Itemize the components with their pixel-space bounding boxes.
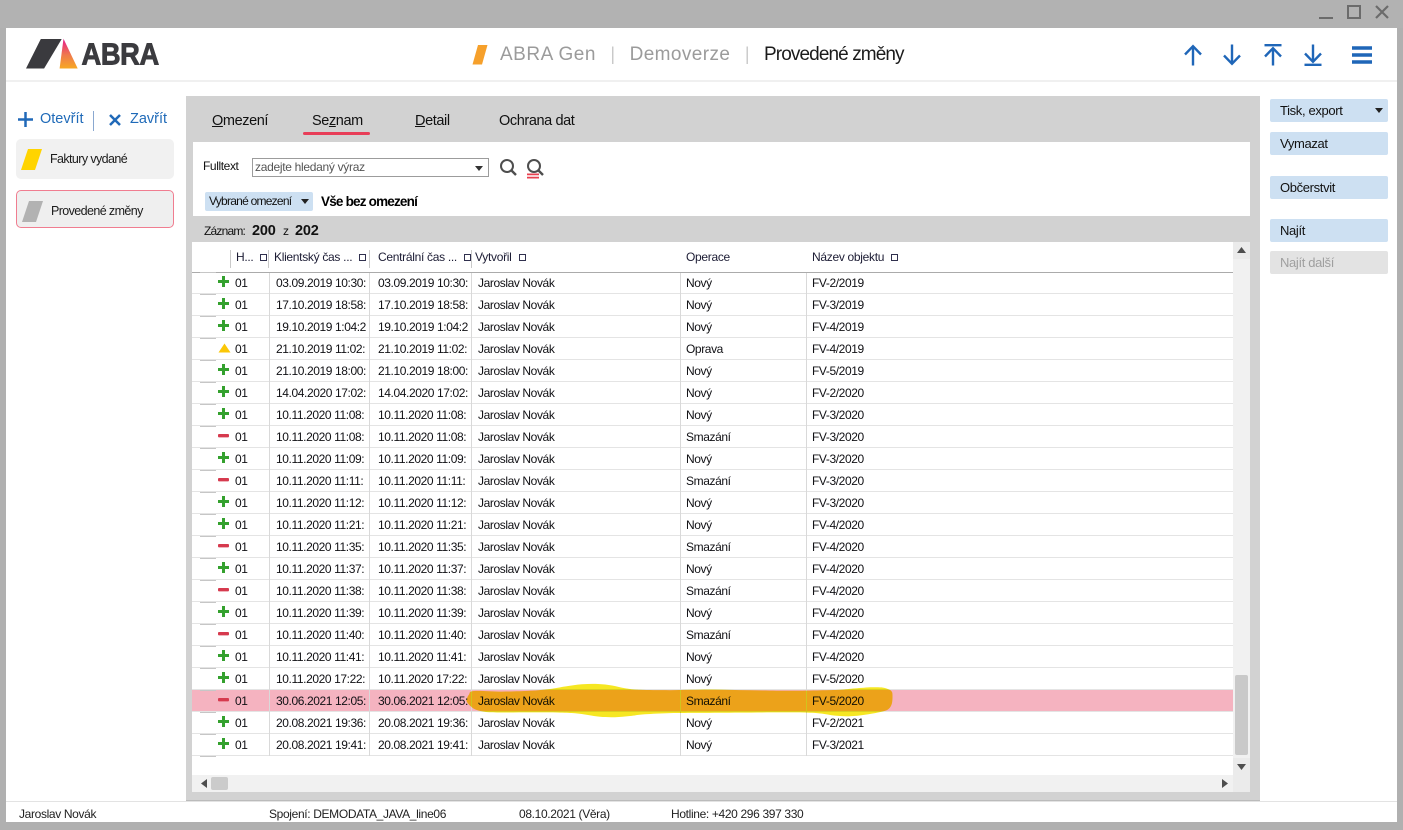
svg-text:ABRA: ABRA xyxy=(82,38,160,70)
